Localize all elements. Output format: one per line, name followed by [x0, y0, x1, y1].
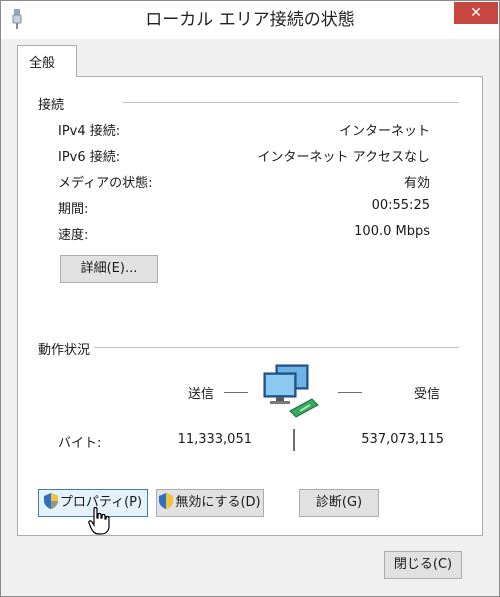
- ipv4-value: インターネット: [338, 124, 430, 139]
- connection-heading: 接続: [38, 94, 65, 113]
- ipv4-label: IPv4 接続:: [58, 124, 121, 139]
- duration-label: 期間:: [58, 202, 89, 217]
- speed-label: 速度:: [58, 228, 89, 243]
- disable-label: 無効にする(D): [175, 495, 261, 510]
- bytes-sent-value: 11,333,051: [177, 432, 252, 447]
- bytes-received-value: 537,073,115: [361, 432, 444, 447]
- ipv6-value: インターネット アクセスなし: [257, 150, 430, 165]
- bytes-divider: [293, 429, 295, 451]
- sent-line: [224, 392, 248, 393]
- title-bar[interactable]: ローカル エリア接続の状態 ✕: [1, 1, 499, 39]
- duration-value: 00:55:25: [371, 198, 430, 213]
- speed-value: 100.0 Mbps: [354, 224, 430, 239]
- media-state-label: メディアの状態:: [58, 176, 153, 191]
- network-computers-icon: [263, 364, 319, 418]
- tab-general[interactable]: 全般: [17, 45, 77, 77]
- window-title: ローカル エリア接続の状態: [145, 10, 355, 30]
- bytes-label: バイト:: [58, 432, 102, 451]
- close-icon[interactable]: ✕: [454, 2, 498, 24]
- sent-label: 送信: [188, 383, 215, 402]
- tab-general-label: 全般: [29, 56, 56, 71]
- ipv6-label: IPv6 接続:: [58, 150, 121, 165]
- disable-button[interactable]: 無効にする(D): [156, 489, 264, 517]
- diagnose-button[interactable]: 診断(G): [299, 489, 379, 517]
- status-window: ローカル エリア接続の状態 ✕ 全般 接続 IPv4 接続: インターネット I…: [0, 0, 500, 597]
- general-panel: 接続 IPv4 接続: インターネット IPv6 接続: インターネット アクセ…: [17, 76, 483, 536]
- hand-cursor-icon: [88, 507, 110, 535]
- media-state-value: 有効: [403, 176, 430, 191]
- connection-divider: [123, 102, 459, 103]
- received-label: 受信: [414, 383, 441, 402]
- uac-shield-icon: [159, 493, 174, 509]
- close-button[interactable]: 閉じる(C): [384, 551, 462, 579]
- activity-heading: 動作状況: [38, 339, 95, 358]
- details-button[interactable]: 詳細(E)...: [60, 255, 158, 283]
- received-line: [338, 392, 362, 393]
- uac-shield-icon: [43, 493, 58, 509]
- activity-divider: [38, 347, 459, 348]
